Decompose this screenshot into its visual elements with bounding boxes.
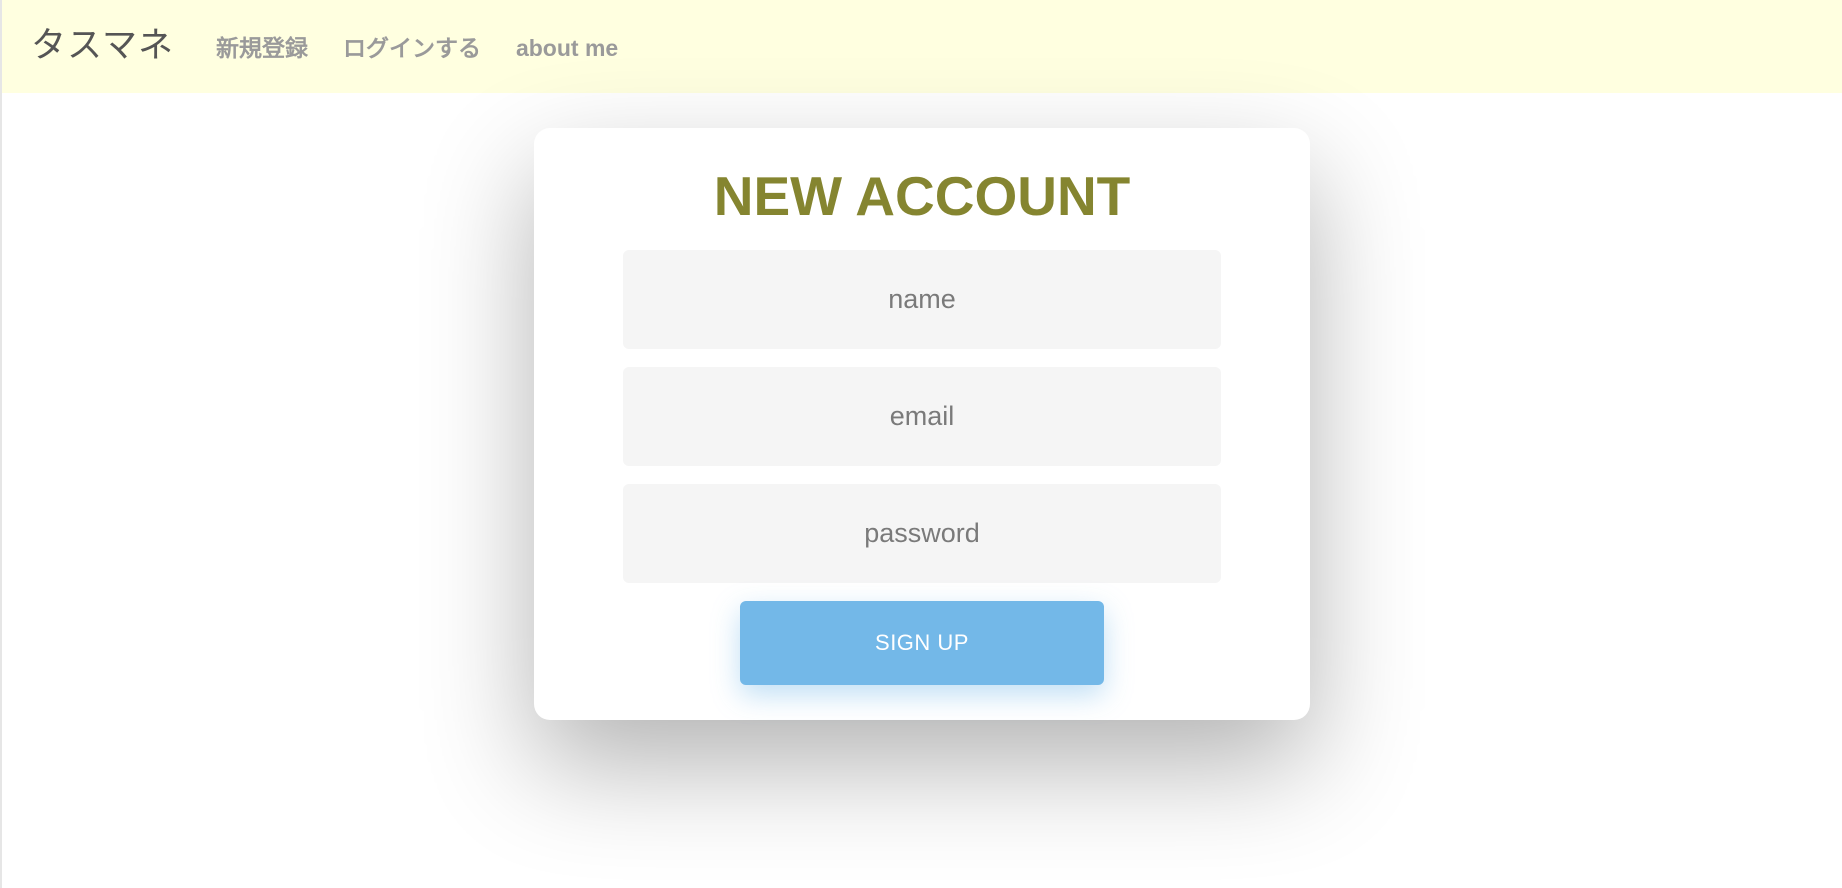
page: タスマネ 新規登録 ログインする about me NEW ACCOUNT SI… bbox=[0, 0, 1842, 888]
sign-up-button[interactable]: SIGN UP bbox=[740, 601, 1104, 685]
name-input[interactable] bbox=[623, 250, 1221, 349]
form-title: NEW ACCOUNT bbox=[713, 165, 1131, 227]
password-input[interactable] bbox=[623, 484, 1221, 583]
nav-links: 新規登録 ログインする about me bbox=[216, 33, 618, 60]
nav-link-login[interactable]: ログインする bbox=[343, 33, 481, 60]
navbar: タスマネ 新規登録 ログインする about me bbox=[2, 0, 1842, 93]
nav-link-signup[interactable]: 新規登録 bbox=[216, 33, 308, 60]
email-input[interactable] bbox=[623, 367, 1221, 466]
signup-card: NEW ACCOUNT SIGN UP bbox=[534, 128, 1310, 720]
nav-link-about[interactable]: about me bbox=[516, 33, 618, 60]
brand-logo[interactable]: タスマネ bbox=[31, 29, 174, 64]
